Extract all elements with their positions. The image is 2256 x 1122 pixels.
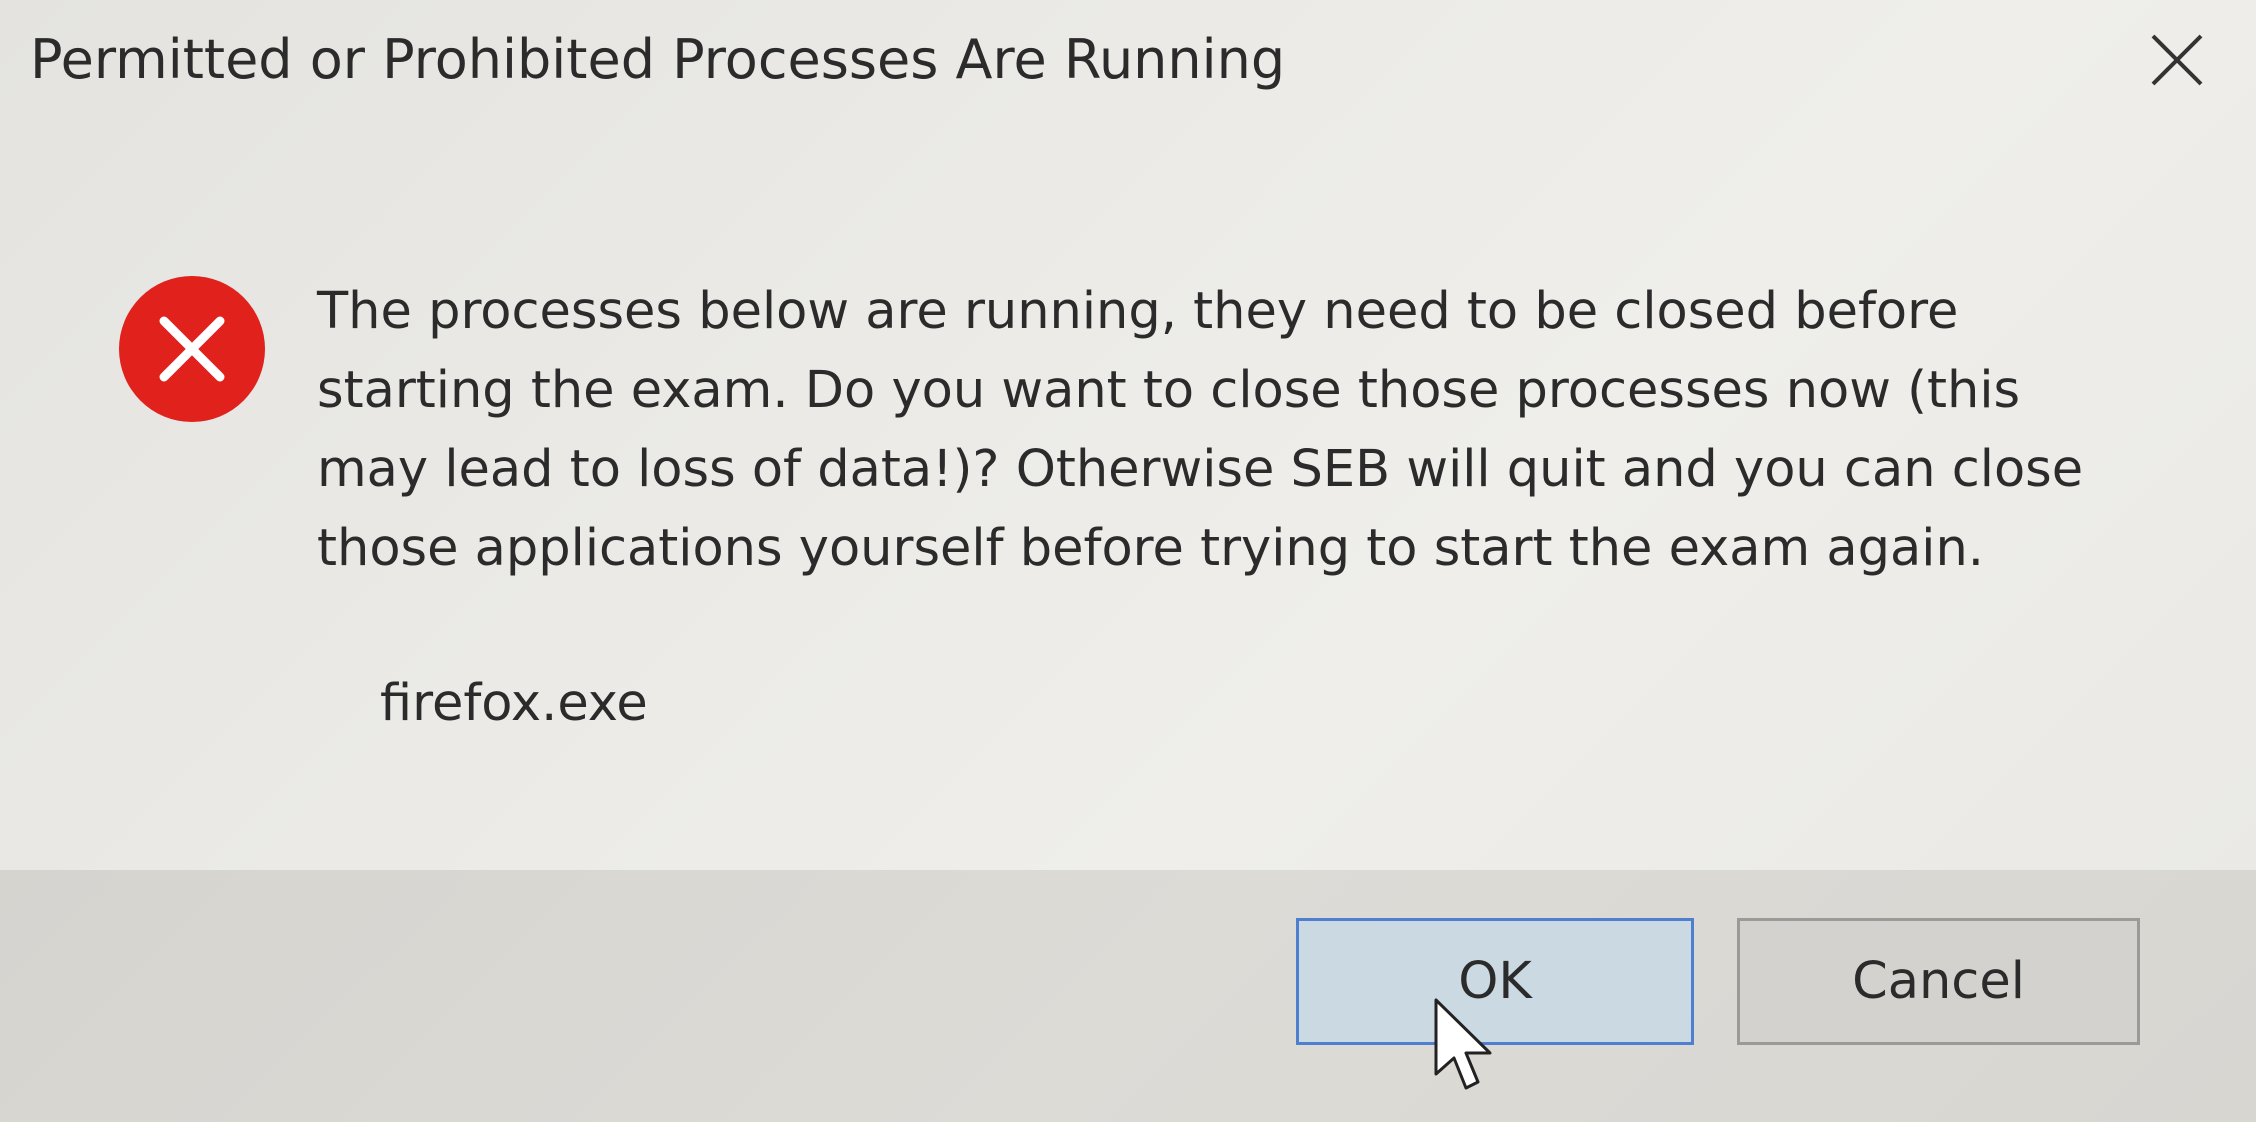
close-button[interactable] [2122,20,2232,100]
error-circle-x-icon [119,276,265,422]
dialog-title: Permitted or Prohibited Processes Are Ru… [30,28,1286,91]
message-line: The processes below are running, they ne… [317,282,1959,341]
title-bar: Permitted or Prohibited Processes Are Ru… [0,0,2256,140]
cancel-button[interactable]: Cancel [1737,918,2140,1045]
mouse-pointer-icon [1434,998,1492,1090]
message-line: starting the exam. Do you want to close … [317,361,2021,420]
message-line: may lead to loss of data!)? Otherwise SE… [317,440,2084,499]
message-line: those applications yourself before tryin… [317,519,1985,578]
process-list-item: firefox.exe [380,674,648,733]
dialog-message: The processes below are running, they ne… [317,272,2117,588]
button-bar: OK Cancel [0,870,2256,1122]
dialog-window: Permitted or Prohibited Processes Are Ru… [0,0,2256,1122]
close-icon [2151,34,2203,86]
